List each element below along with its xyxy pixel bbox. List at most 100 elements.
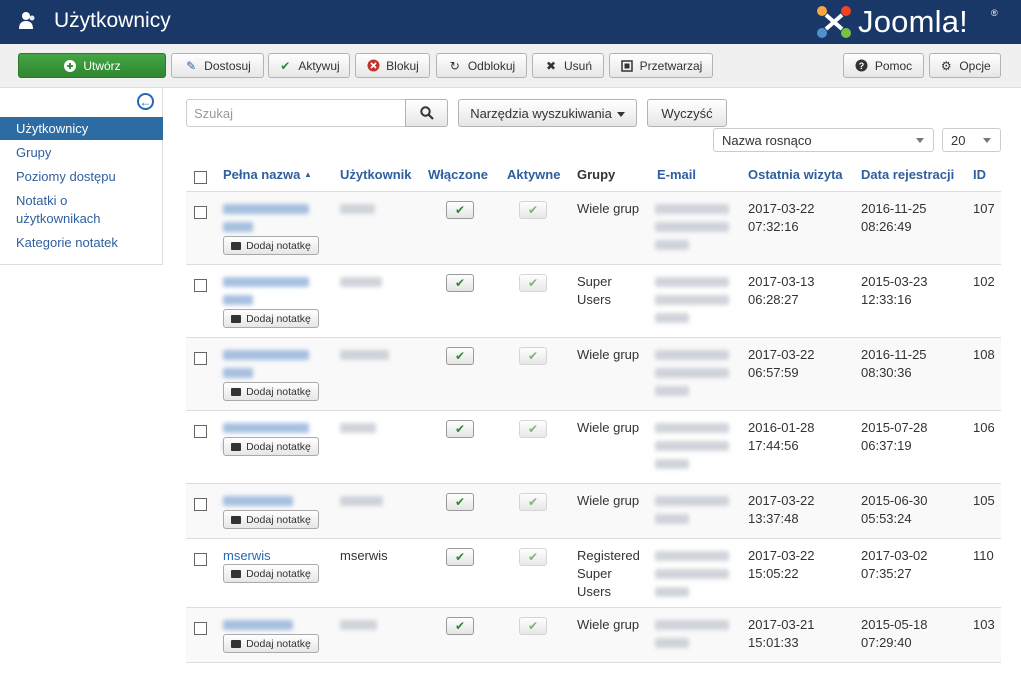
search-button[interactable] (405, 99, 448, 127)
activated-toggle[interactable]: ✔ (519, 347, 547, 365)
registered-value: 2016-11-25 08:26:49 (861, 200, 927, 236)
clear-button[interactable]: Wyczyść (647, 99, 727, 127)
email-value (655, 620, 729, 630)
registered-line: 06:37:19 (861, 438, 912, 453)
select-all-checkbox[interactable] (194, 171, 207, 184)
registered-value: 2015-05-18 07:29:40 (861, 616, 928, 652)
batch-button[interactable]: Przetwarzaj (609, 53, 713, 78)
column-header-activated[interactable]: Aktywne (507, 167, 560, 182)
id-value: 108 (973, 347, 995, 362)
sidebar-item-user-notes[interactable]: Notatki o użytkownikach (0, 192, 120, 228)
search-tools-button[interactable]: Narzędzia wyszukiwania (458, 99, 637, 127)
row-checkbox[interactable] (194, 553, 207, 566)
search-input[interactable]: Szukaj (186, 99, 406, 127)
add-note-button[interactable]: Dodaj notatkę (223, 382, 319, 401)
add-note-button[interactable]: Dodaj notatkę (223, 309, 319, 328)
column-header-email[interactable]: E-mail (657, 167, 696, 182)
table-row: Dodaj notatkę ✔ ✔ Super Users 2017-03-13 06:28… (186, 265, 1001, 338)
registered-line: 2017-03-02 (861, 548, 928, 563)
user-name-link[interactable] (223, 204, 309, 214)
column-header-last-visit[interactable]: Ostatnia wizyta (748, 167, 843, 182)
activated-toggle[interactable]: ✔ (519, 617, 547, 635)
registered-line: 2015-03-23 (861, 274, 928, 289)
activated-toggle[interactable]: ✔ (519, 274, 547, 292)
check-icon: ✔ (527, 422, 539, 436)
row-checkbox[interactable] (194, 622, 207, 635)
email-value (655, 496, 729, 506)
row-checkbox[interactable] (194, 206, 207, 219)
column-header-id[interactable]: ID (973, 167, 986, 182)
enabled-toggle[interactable]: ✔ (446, 617, 474, 635)
last-visit-value: 2016-01-28 17:44:56 (748, 419, 815, 455)
user-name-link[interactable] (223, 620, 293, 630)
chevron-down-icon (983, 138, 991, 143)
back-arrow-icon[interactable]: ← (137, 93, 154, 110)
limit-select[interactable]: 20 (942, 128, 1001, 152)
user-name-link[interactable]: mserwis (223, 547, 271, 565)
edit-button[interactable]: ✎ Dostosuj (171, 53, 264, 78)
add-note-button[interactable]: Dodaj notatkę (223, 236, 319, 255)
enabled-toggle[interactable]: ✔ (446, 548, 474, 566)
add-note-button[interactable]: Dodaj notatkę (223, 437, 319, 456)
options-button[interactable]: ⚙ Opcje (929, 53, 1001, 78)
sidebar-item-note-categories[interactable]: Kategorie notatek (0, 234, 163, 252)
check-icon: ✔ (454, 619, 466, 633)
enabled-toggle[interactable]: ✔ (446, 274, 474, 292)
ordering-select[interactable]: Nazwa rosnąco (713, 128, 934, 152)
check-icon: ✔ (454, 422, 466, 436)
registered-value: 2017-03-02 07:35:27 (861, 547, 928, 583)
add-note-button[interactable]: Dodaj notatkę (223, 564, 319, 583)
last-visit-line: 13:37:48 (748, 511, 799, 526)
create-button[interactable]: Utwórz (18, 53, 166, 78)
last-visit-line: 2016-01-28 (748, 420, 815, 435)
help-button[interactable]: ? Pomoc (843, 53, 924, 78)
user-name-link[interactable] (223, 350, 309, 360)
enabled-toggle[interactable]: ✔ (446, 493, 474, 511)
username-value (340, 204, 375, 214)
column-header-enabled[interactable]: Włączone (428, 167, 488, 182)
check-icon: ✔ (454, 203, 466, 217)
row-checkbox[interactable] (194, 498, 207, 511)
id-value: 110 (973, 548, 994, 563)
activate-button[interactable]: ✔ Aktywuj (268, 53, 350, 78)
sidebar-item-users[interactable]: Użytkownicy (0, 117, 163, 140)
unblock-button[interactable]: ↻ Odblokuj (436, 53, 527, 78)
activated-toggle[interactable]: ✔ (519, 548, 547, 566)
id-value: 103 (973, 617, 995, 632)
enabled-toggle[interactable]: ✔ (446, 201, 474, 219)
username-value (340, 277, 382, 287)
activated-toggle[interactable]: ✔ (519, 420, 547, 438)
email-value (655, 569, 729, 579)
note-icon (231, 515, 242, 524)
add-note-button[interactable]: Dodaj notatkę (223, 510, 319, 529)
column-header-registered[interactable]: Data rejestracji (861, 167, 954, 182)
row-checkbox[interactable] (194, 352, 207, 365)
sidebar-item-access-levels[interactable]: Poziomy dostępu (0, 168, 163, 186)
block-button[interactable]: Blokuj (355, 53, 430, 78)
row-checkbox[interactable] (194, 279, 207, 292)
groups-line: Wiele grup (577, 347, 640, 362)
add-note-label: Dodaj notatkę (246, 567, 311, 580)
activated-toggle[interactable]: ✔ (519, 201, 547, 219)
user-name-link[interactable] (223, 277, 309, 287)
user-name-link-line-2[interactable] (223, 295, 253, 305)
row-checkbox[interactable] (194, 425, 207, 438)
column-header-name[interactable]: Pełna nazwa ▲ (223, 167, 312, 182)
enabled-toggle[interactable]: ✔ (446, 420, 474, 438)
add-note-label: Dodaj notatkę (246, 513, 311, 526)
email-value (655, 368, 729, 378)
enabled-toggle[interactable]: ✔ (446, 347, 474, 365)
note-icon (231, 569, 242, 578)
email-value (655, 459, 689, 469)
registered-line: 2015-07-28 (861, 420, 928, 435)
user-name-link[interactable] (223, 423, 309, 433)
activated-toggle[interactable]: ✔ (519, 493, 547, 511)
user-name-link-line-2[interactable] (223, 368, 253, 378)
sidebar-item-groups[interactable]: Grupy (0, 144, 163, 162)
add-note-button[interactable]: Dodaj notatkę (223, 634, 319, 653)
column-header-username[interactable]: Użytkownik (340, 167, 412, 182)
delete-button[interactable]: ✖ Usuń (532, 53, 604, 78)
user-name-link[interactable] (223, 496, 293, 506)
last-visit-line: 06:28:27 (748, 292, 799, 307)
user-name-link-line-2[interactable] (223, 222, 253, 232)
